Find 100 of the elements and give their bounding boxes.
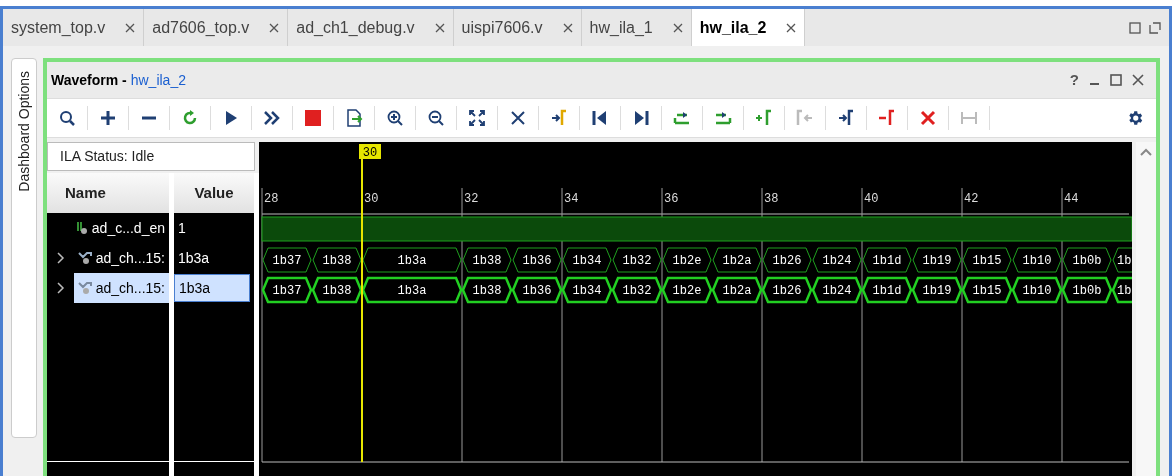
- zoom-in-icon: [386, 109, 404, 127]
- side-tab[interactable]: Dashboard Options: [11, 58, 37, 438]
- tab-label: hw_ila_1: [589, 17, 653, 38]
- bus-signal-icon: [77, 251, 92, 265]
- bus-value: 1b: [1117, 284, 1132, 298]
- zoom-out-icon: [427, 109, 445, 127]
- close-icon[interactable]: [786, 22, 797, 33]
- export-icon: [345, 109, 363, 127]
- tab-label: uispi7606.v: [461, 17, 543, 38]
- double-chevron-icon: [263, 109, 281, 127]
- close-icon[interactable]: [269, 22, 280, 33]
- minus-icon: [140, 116, 158, 120]
- span-icon: [960, 109, 978, 127]
- bus-value: 1b19: [922, 284, 952, 298]
- status-field: ILA Status: Idle: [47, 142, 255, 171]
- bus-value: 1b19: [922, 254, 952, 268]
- bus-value: 1b0b: [1072, 284, 1102, 298]
- signal-value: 1b3a: [177, 248, 211, 268]
- signal-value: 1b3a: [174, 274, 250, 302]
- settings-icon[interactable]: [1126, 109, 1144, 127]
- bus-value: 1b38: [322, 254, 352, 268]
- signal-name[interactable]: ad_ch...15:: [73, 273, 169, 303]
- bus-value: 1b37: [272, 284, 302, 298]
- swap-icon: [714, 109, 732, 127]
- column-header[interactable]: Name: [47, 173, 169, 213]
- time-label: 40: [864, 192, 879, 206]
- skip-forward-icon: [632, 109, 650, 127]
- bus-value: 1b1d: [872, 284, 902, 298]
- window-title: Waveform -: [51, 70, 127, 90]
- help-button[interactable]: ?: [1069, 68, 1079, 92]
- marker-icon: [837, 109, 855, 127]
- time-label: 28: [264, 192, 279, 206]
- bus-signal-icon: [77, 281, 92, 295]
- scroll-up-icon[interactable]: [1140, 148, 1152, 156]
- close-icon: [919, 109, 937, 127]
- bus-value: 1b2e: [672, 254, 702, 268]
- expand-chevron-icon[interactable]: [57, 282, 65, 294]
- bus-value: 1b10: [1022, 254, 1052, 268]
- bus-value: 1b37: [272, 254, 302, 268]
- time-label: 38: [764, 192, 779, 206]
- swap-icon: [673, 109, 691, 127]
- bus-value: 1b1d: [872, 254, 902, 268]
- time-label: 42: [964, 192, 979, 206]
- cursor-label: 30: [359, 144, 381, 160]
- time-label: 36: [664, 192, 679, 206]
- search-icon: [58, 109, 76, 127]
- bus-value: 1b38: [472, 254, 502, 268]
- close-icon[interactable]: [672, 22, 683, 33]
- bus-value: 1b: [1117, 254, 1132, 268]
- bus-value: 1b15: [972, 284, 1002, 298]
- tab-label: system_top.v: [11, 17, 106, 38]
- restore-icon[interactable]: [1129, 21, 1141, 34]
- bus-value: 1b3a: [397, 284, 427, 298]
- bus-value: 1b24: [822, 284, 852, 298]
- column-header[interactable]: Value: [174, 173, 254, 213]
- bus-value: 1b2a: [722, 254, 752, 268]
- window-subtitle: hw_ila_2: [130, 70, 186, 90]
- close-icon[interactable]: [562, 22, 573, 33]
- bus-value: 1b32: [622, 284, 652, 298]
- bus-value: 1b38: [472, 284, 502, 298]
- close-icon[interactable]: [1132, 74, 1144, 86]
- bus-value: 1b2a: [722, 284, 752, 298]
- skip-back-icon: [591, 109, 609, 127]
- marker-add-icon: [755, 109, 773, 127]
- bus-value: 1b2e: [672, 284, 702, 298]
- bus-value: 1b36: [522, 284, 552, 298]
- tab-label: ad_ch1_debug.v: [296, 17, 415, 38]
- marker-icon: [550, 109, 568, 127]
- time-label: 44: [1064, 192, 1079, 206]
- bus-value: 1b34: [572, 284, 602, 298]
- marker-remove-icon: [878, 109, 896, 127]
- maximize-icon[interactable]: [1110, 74, 1122, 86]
- time-label: 34: [564, 192, 579, 206]
- bus-value: 1b24: [822, 254, 852, 268]
- close-icon[interactable]: [434, 22, 445, 33]
- bus-value: 1b32: [622, 254, 652, 268]
- bit-signal-icon: [75, 221, 88, 235]
- maximize-icon[interactable]: [1149, 21, 1161, 34]
- bus-value: 1b3a: [397, 254, 427, 268]
- signal-value: 1: [177, 218, 187, 238]
- marker-icon: [796, 109, 814, 127]
- expand-chevron-icon[interactable]: [57, 252, 65, 264]
- refresh-icon: [181, 109, 199, 127]
- bus-value: 1b38: [322, 284, 352, 298]
- signal-name[interactable]: ad_ch...15:: [73, 243, 169, 273]
- bus-value: 1b26: [772, 284, 802, 298]
- time-label: 30: [364, 192, 379, 206]
- editor-tab[interactable]: hw_ila_2: [691, 9, 806, 46]
- bus-value: 1b15: [972, 254, 1002, 268]
- time-label: 32: [464, 192, 479, 206]
- expand-icon: [468, 109, 486, 127]
- signal-name[interactable]: ad_c...d_en: [71, 213, 169, 243]
- plus-icon: [99, 109, 117, 127]
- bus-value: 1b26: [772, 254, 802, 268]
- bus-value: 1b36: [522, 254, 552, 268]
- close-icon[interactable]: [125, 22, 136, 33]
- bus-value: 1b0b: [1072, 254, 1102, 268]
- tab-label: ad7606_top.v: [152, 17, 250, 38]
- bus-value: 1b34: [572, 254, 602, 268]
- tab-label: hw_ila_2: [699, 17, 767, 38]
